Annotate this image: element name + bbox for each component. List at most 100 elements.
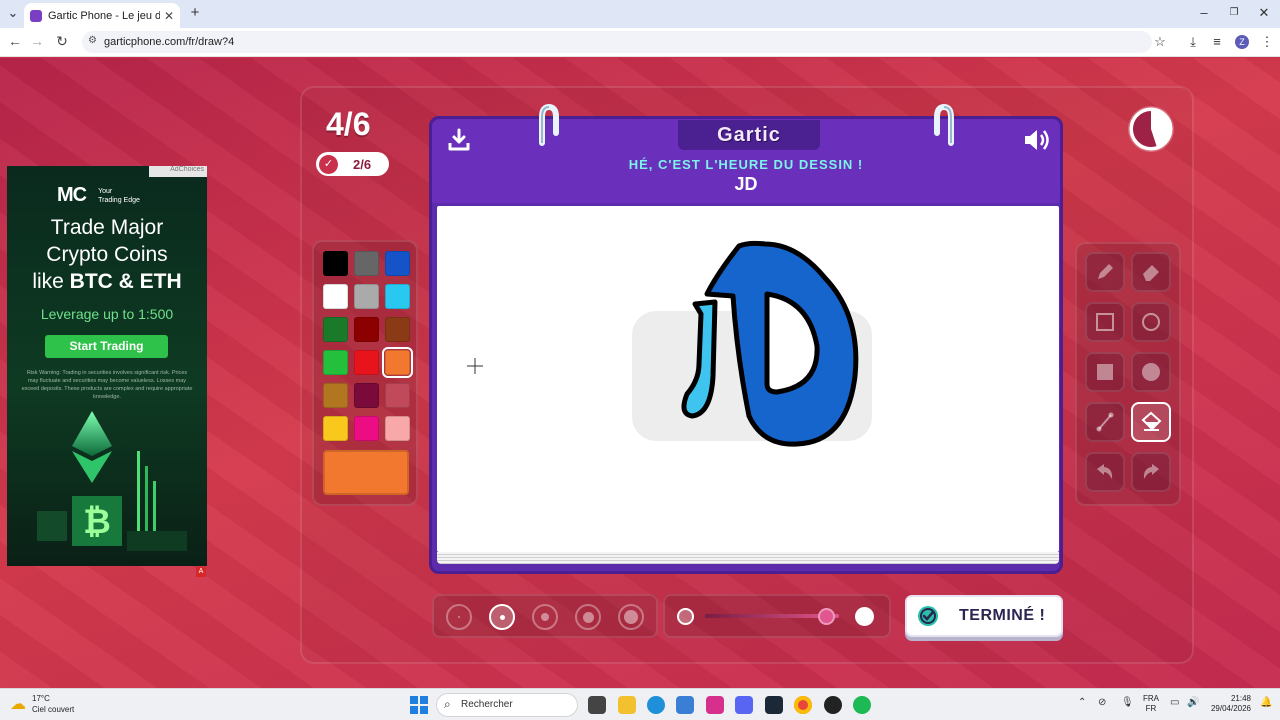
circle-fill-tool[interactable] <box>1131 352 1171 392</box>
download-drawing-icon[interactable] <box>446 127 472 153</box>
tab-title: Gartic Phone - Le jeu du télépho <box>48 9 160 22</box>
color-swatch[interactable] <box>385 251 410 276</box>
microphone-icon[interactable]: 🎙 <box>1121 697 1134 708</box>
steam-icon[interactable] <box>765 696 783 714</box>
brush-size-dot <box>458 616 460 618</box>
color-swatch[interactable] <box>323 317 348 342</box>
brush-size-option[interactable] <box>575 604 601 630</box>
media-control-icon[interactable]: ≡ <box>1209 34 1225 49</box>
sound-icon[interactable] <box>1022 127 1052 153</box>
discord-icon[interactable] <box>735 696 753 714</box>
site-info-icon[interactable]: ⚙ <box>88 35 97 46</box>
spotify-icon[interactable] <box>853 696 871 714</box>
ring-left-icon <box>539 103 559 146</box>
undo-tool[interactable] <box>1085 452 1125 492</box>
opacity-knob[interactable] <box>817 608 835 625</box>
ad-tagline-2: Trading Edge <box>98 196 140 204</box>
brush-size-option[interactable] <box>446 604 472 630</box>
ad-headline-bold: BTC & ETH <box>69 270 182 293</box>
tray-overflow-icon[interactable]: ⌃ <box>1078 697 1086 708</box>
rectangle-fill-icon <box>1097 364 1113 380</box>
forward-icon[interactable]: → <box>28 33 46 49</box>
pencil-tool[interactable] <box>1085 252 1125 292</box>
ad-choices-tag[interactable]: AdChoices <box>149 166 207 177</box>
color-swatch[interactable] <box>385 383 410 408</box>
paper-edge <box>437 552 1059 564</box>
tab-bar: ⌄ Gartic Phone - Le jeu du télépho ✕ + –… <box>0 0 1280 28</box>
network-icon[interactable]: ⊘ <box>1098 697 1106 708</box>
bookmark-star-icon[interactable]: ☆ <box>1152 34 1168 50</box>
opacity-slider[interactable] <box>663 594 891 638</box>
color-swatch[interactable] <box>323 416 348 441</box>
reload-icon[interactable]: ↻ <box>53 33 71 50</box>
back-icon[interactable]: ← <box>6 33 24 49</box>
ad-headline-prefix: like <box>32 270 70 293</box>
new-tab-icon[interactable]: + <box>186 4 204 21</box>
redo-tool[interactable] <box>1131 452 1171 492</box>
color-swatch[interactable] <box>382 347 413 378</box>
close-window-icon[interactable]: ✕ <box>1255 5 1273 21</box>
notifications-icon[interactable]: 🔔 <box>1260 697 1272 708</box>
brush-size-dot <box>582 611 594 623</box>
ad-banner[interactable]: AdChoices MC Your Trading Edge Trade Majo… <box>7 166 207 566</box>
color-swatch[interactable] <box>385 317 410 342</box>
circle-outline-tool[interactable] <box>1131 302 1171 342</box>
color-swatch[interactable] <box>354 416 379 441</box>
task-view-icon[interactable] <box>588 696 606 714</box>
brush-size-option[interactable] <box>618 604 644 630</box>
color-swatch[interactable] <box>385 284 410 309</box>
color-swatch[interactable] <box>385 416 410 441</box>
drawing-canvas[interactable] <box>437 206 1059 552</box>
ad-headline-line-2: Crypto Coins <box>46 243 168 266</box>
color-swatch[interactable] <box>354 284 379 309</box>
crypto-art-image: ₿ <box>37 411 187 551</box>
keyboard-layout: FR <box>1145 704 1157 713</box>
display-icon[interactable]: ▭ <box>1170 697 1179 708</box>
language-indicator[interactable]: FRA FR <box>1143 694 1159 714</box>
eraser-tool[interactable] <box>1131 252 1171 292</box>
color-swatch[interactable] <box>354 251 379 276</box>
undo-icon <box>1097 464 1113 479</box>
color-swatch[interactable] <box>323 350 348 375</box>
instagram-icon[interactable] <box>706 696 724 714</box>
edge-browser-icon[interactable] <box>647 696 665 714</box>
file-explorer-icon[interactable] <box>618 696 636 714</box>
rectangle-fill-tool[interactable] <box>1085 352 1125 392</box>
weather-widget[interactable]: ☁ 17°C Ciel couvert <box>10 693 74 715</box>
color-swatch[interactable] <box>323 383 348 408</box>
taskbar-search[interactable]: ⌕ Rechercher <box>436 693 578 717</box>
url-text: garticphone.com/fr/draw?4 <box>104 36 235 48</box>
minimize-icon[interactable]: – <box>1195 5 1213 20</box>
clock-time: 21:48 <box>1230 694 1251 703</box>
done-button[interactable]: TERMINÉ ! <box>905 595 1063 637</box>
color-swatch[interactable] <box>354 317 379 342</box>
photos-app-icon[interactable] <box>676 696 694 714</box>
drawing-svg <box>467 240 872 447</box>
color-swatch[interactable] <box>354 350 379 375</box>
obs-icon[interactable] <box>824 696 842 714</box>
download-icon[interactable]: ⤓ <box>1185 34 1201 50</box>
line-tool[interactable] <box>1085 402 1125 442</box>
pencil-icon <box>1098 264 1113 279</box>
windows-start-icon[interactable] <box>410 696 428 714</box>
url-field[interactable]: ⚙ garticphone.com/fr/draw?4 <box>82 31 1152 53</box>
ad-start-trading-button[interactable]: Start Trading <box>45 335 168 358</box>
close-tab-icon[interactable]: ✕ <box>164 9 174 23</box>
tab-gartic[interactable]: Gartic Phone - Le jeu du télépho ✕ <box>24 3 180 28</box>
tab-list-chevron-icon[interactable]: ⌄ <box>4 5 22 21</box>
color-swatch[interactable] <box>323 251 348 276</box>
chrome-icon[interactable] <box>794 696 812 714</box>
brush-size-option[interactable] <box>489 604 515 630</box>
ad-badge[interactable]: A <box>196 567 206 577</box>
restore-icon[interactable]: ❐ <box>1225 7 1243 18</box>
bucket-tool[interactable] <box>1131 402 1171 442</box>
profile-avatar[interactable]: Z <box>1235 35 1249 49</box>
rectangle-outline-tool[interactable] <box>1085 302 1125 342</box>
volume-icon[interactable]: 🔊 <box>1187 697 1199 708</box>
system-clock[interactable]: 21:48 29/04/2026 <box>1207 694 1251 714</box>
color-swatch[interactable] <box>354 383 379 408</box>
color-swatch[interactable] <box>323 284 348 309</box>
browser-menu-icon[interactable]: ⋮ <box>1259 34 1275 50</box>
brush-size-option[interactable] <box>532 604 558 630</box>
word-to-draw: JD <box>734 174 758 194</box>
